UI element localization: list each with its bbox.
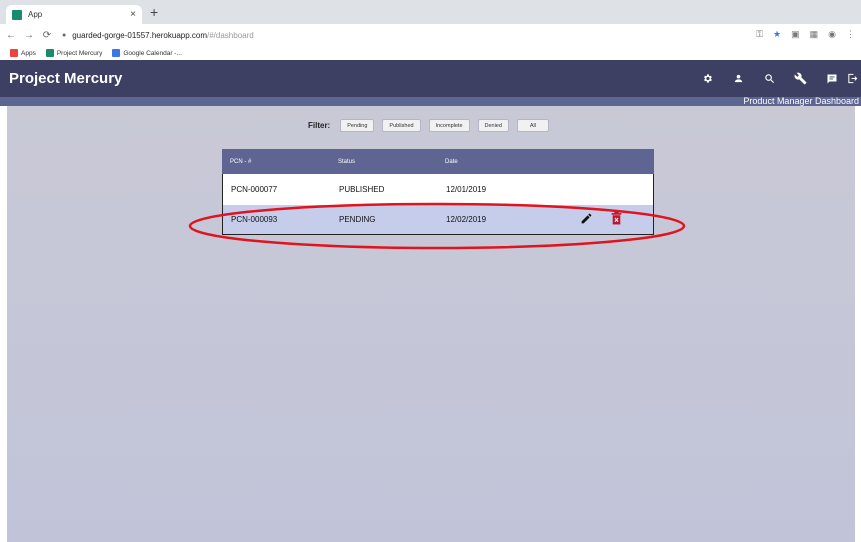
- wrench-icon[interactable]: [785, 60, 816, 97]
- calendar-favicon-icon: [112, 49, 121, 57]
- bookmark-apps[interactable]: Apps: [10, 49, 36, 57]
- browser-tabstrip: App × +: [0, 0, 861, 24]
- filter-all-button[interactable]: All: [516, 119, 549, 132]
- new-tab-button[interactable]: +: [150, 4, 158, 20]
- browser-toolbar-icons: ⚿ ★ ▣ ▦ ◉ ⋮: [756, 29, 855, 40]
- reload-icon[interactable]: ⟳: [40, 30, 54, 41]
- column-header-date[interactable]: Date: [437, 159, 577, 165]
- filter-label: Filter:: [308, 121, 331, 130]
- filter-pending-button[interactable]: Pending: [340, 119, 375, 132]
- search-icon[interactable]: [754, 60, 785, 97]
- apps-grid-icon: [10, 49, 18, 57]
- logout-icon[interactable]: [847, 60, 861, 97]
- bookmarks-bar: Apps Project Mercury Google Calendar -..…: [0, 46, 861, 60]
- header-icons: [692, 60, 861, 97]
- filter-bar: Filter: Pending Published Incomplete Den…: [308, 119, 549, 132]
- back-icon[interactable]: ←: [4, 30, 18, 41]
- url-host: guarded-gorge-01557.herokuapp.com: [72, 30, 207, 40]
- pcn-status: PUBLISHED: [339, 185, 385, 194]
- delete-trash-icon[interactable]: [611, 212, 622, 227]
- key-icon[interactable]: ⚿: [756, 29, 763, 40]
- browser-tab[interactable]: App ×: [6, 5, 142, 24]
- pcn-table: PCN - # Status Date PCN-000077 PUBLISHED…: [222, 149, 654, 235]
- column-header-status[interactable]: Status: [330, 159, 437, 165]
- extension-icon-2[interactable]: ▦: [810, 29, 819, 40]
- url-path: /#/dashboard: [207, 30, 254, 40]
- bookmark-label: Apps: [21, 49, 36, 57]
- table-header: PCN - # Status Date: [222, 149, 654, 174]
- chat-icon[interactable]: [816, 60, 847, 97]
- tab-close-icon[interactable]: ×: [130, 9, 136, 20]
- pcn-number: PCN-000093: [231, 215, 278, 224]
- dashboard-title: Product Manager Dashboard: [743, 96, 859, 106]
- address-bar: ← → ⟳ ● guarded-gorge-01557.herokuapp.co…: [0, 24, 861, 46]
- pcn-date: 12/01/2019: [446, 185, 487, 194]
- url-field[interactable]: ● guarded-gorge-01557.herokuapp.com /#/d…: [62, 31, 254, 40]
- filter-incomplete-button[interactable]: Incomplete: [428, 119, 470, 132]
- dashboard-subbar: Product Manager Dashboard: [0, 96, 861, 106]
- menu-icon[interactable]: ⋮: [846, 29, 855, 40]
- tab-title: App: [28, 10, 43, 19]
- app-header: Project Mercury: [0, 60, 861, 97]
- brand-title[interactable]: Project Mercury: [9, 70, 122, 87]
- bookmark-google-calendar[interactable]: Google Calendar -...: [112, 49, 182, 57]
- filter-denied-button[interactable]: Denied: [477, 119, 509, 132]
- app-favicon-icon: [12, 9, 22, 20]
- filter-published-button[interactable]: Published: [382, 119, 421, 132]
- table-row[interactable]: PCN-000077 PUBLISHED 12/01/2019: [222, 174, 654, 205]
- extension-icon[interactable]: ▣: [791, 29, 800, 40]
- user-icon[interactable]: [723, 60, 754, 97]
- pcn-number: PCN-000077: [231, 185, 278, 194]
- bookmark-project-mercury[interactable]: Project Mercury: [45, 49, 103, 57]
- lock-icon: ●: [62, 31, 67, 39]
- column-header-pcn[interactable]: PCN - #: [222, 159, 330, 165]
- bookmark-star-icon[interactable]: ★: [773, 29, 781, 40]
- pcn-date: 12/02/2019: [446, 215, 487, 224]
- table-row[interactable]: PCN-000093 PENDING 12/02/2019: [222, 205, 654, 235]
- profile-icon[interactable]: ◉: [828, 29, 836, 40]
- forward-icon[interactable]: →: [22, 30, 36, 41]
- bookmark-label: Google Calendar -...: [123, 49, 182, 57]
- settings-icon[interactable]: [692, 60, 723, 97]
- row-actions: [580, 212, 622, 227]
- project-mercury-favicon-icon: [45, 49, 54, 57]
- edit-pencil-icon[interactable]: [580, 212, 593, 227]
- bookmark-label: Project Mercury: [56, 49, 103, 57]
- pcn-status: PENDING: [339, 215, 376, 224]
